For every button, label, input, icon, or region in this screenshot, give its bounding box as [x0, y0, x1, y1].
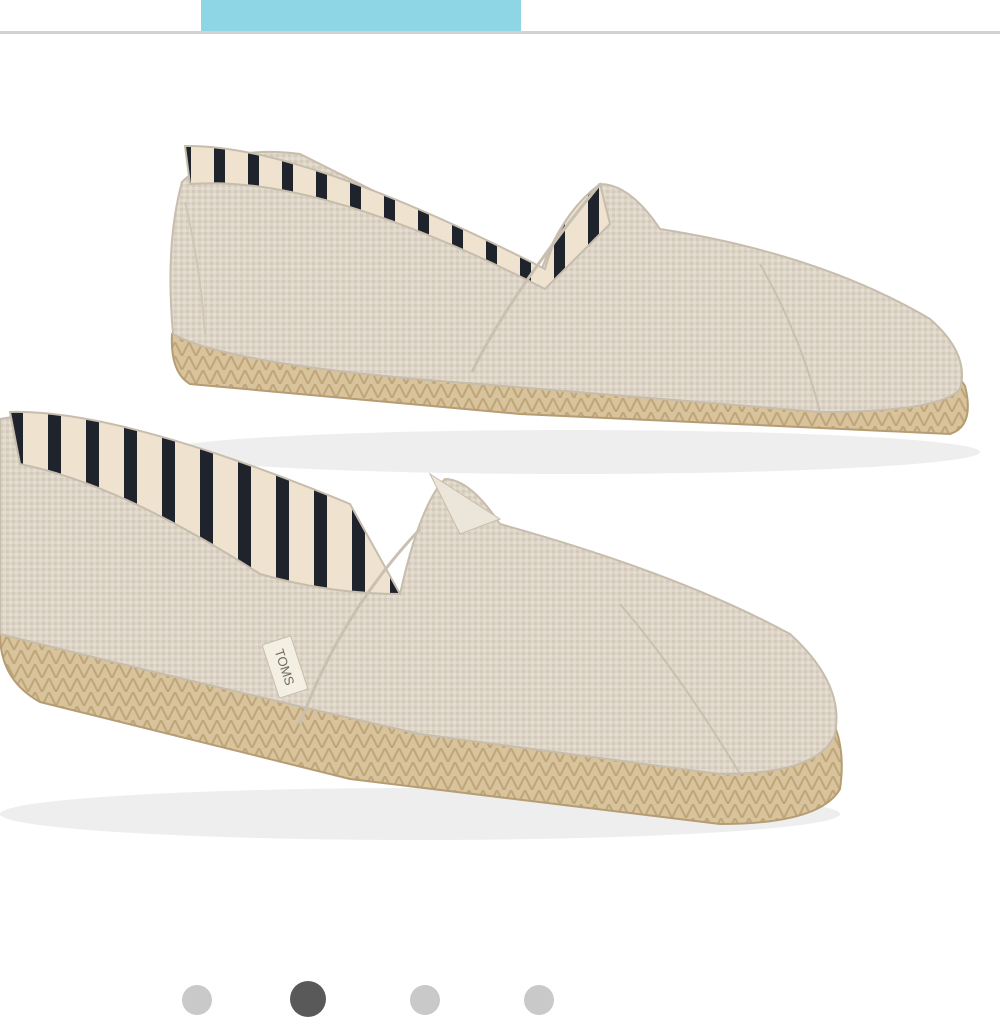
front-shoe: TOMS [0, 410, 843, 840]
carousel-dot-2-active[interactable] [290, 981, 326, 1017]
shoe-pair-photo: TOMS [0, 144, 980, 840]
active-tab-indicator[interactable] [201, 0, 521, 31]
back-shoe [160, 144, 980, 474]
carousel-pagination [0, 978, 1000, 1017]
top-tab-bar [0, 0, 1000, 34]
carousel-dot-3[interactable] [410, 985, 440, 1015]
product-image-gallery[interactable]: TOMS [0, 34, 1000, 980]
carousel-dot-1[interactable] [182, 985, 212, 1015]
carousel-dot-4[interactable] [524, 985, 554, 1015]
